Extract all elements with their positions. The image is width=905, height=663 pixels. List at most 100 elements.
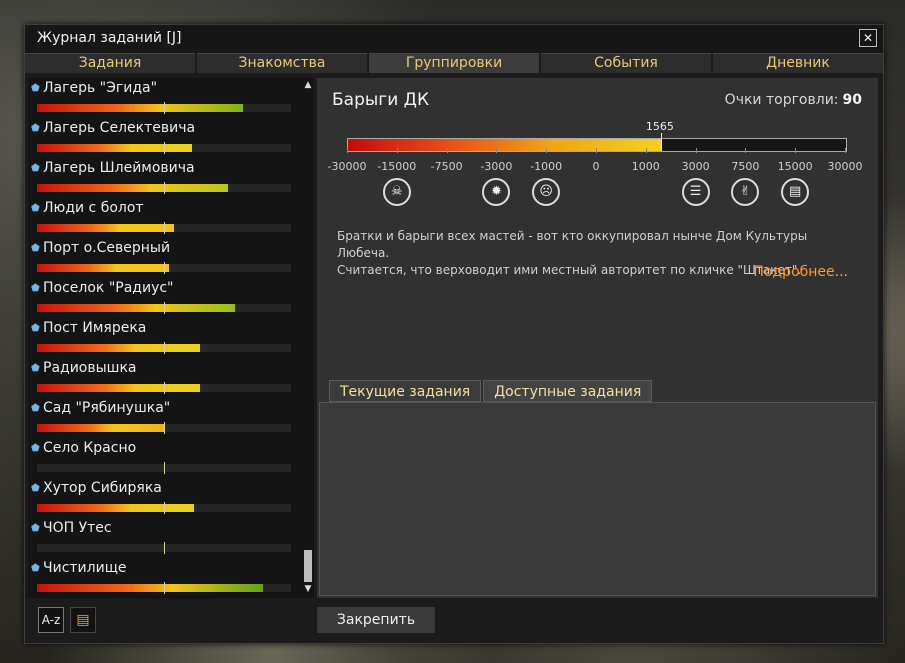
scale-tick-label: 7500 <box>731 160 760 173</box>
tab-2[interactable]: Группировки <box>369 53 539 73</box>
faction-item-name: Радиовышка <box>43 360 137 376</box>
scale-tick-line <box>845 148 846 153</box>
more-link[interactable]: Подробнее... <box>753 264 848 280</box>
faction-relation-bar <box>37 142 291 154</box>
main-tabs: Задания Знакомства Группировки События Дневн… <box>25 53 883 73</box>
faction-relation-bar <box>37 302 291 314</box>
scale-tick-line <box>645 148 647 153</box>
faction-relation-fill <box>37 144 192 152</box>
faction-relation-bar <box>37 462 291 474</box>
faction-list-item[interactable]: ⬟ Пост Имярека <box>28 318 298 358</box>
faction-relation-midpoint <box>164 102 165 114</box>
faction-item-name: Порт о.Северный <box>43 240 171 256</box>
faction-list-item[interactable]: ⬟ ЧОП Утес <box>28 518 298 558</box>
scale-tick-line <box>795 148 797 153</box>
sort-az-button[interactable]: A-z <box>38 607 64 633</box>
faction-relation-bar <box>37 542 291 554</box>
faction-item-name: Лагерь "Эгида" <box>43 80 158 96</box>
scale-tick-line <box>396 148 398 153</box>
faction-name: Барыги ДК <box>332 90 430 110</box>
faction-relation-fill <box>37 384 200 392</box>
bug-icon: ✹ <box>482 178 511 206</box>
faction-list-item[interactable]: ⬟ Сад "Рябинушка" <box>28 398 298 438</box>
scale-tick-label: -7500 <box>430 160 463 173</box>
faction-item-name: Село Красно <box>43 440 137 456</box>
scale-tick-label: -3000 <box>480 160 513 173</box>
pin-button[interactable]: Закрепить <box>317 607 435 633</box>
task-tab-1[interactable]: Доступные задания <box>483 380 653 402</box>
scale-tick-label: 3000 <box>681 160 710 173</box>
faction-marker-icon: ⬟ <box>31 123 40 134</box>
scale-tick-line <box>695 148 697 153</box>
faction-list-item[interactable]: ⬟ Лагерь Селектевича <box>28 118 298 158</box>
faction-item-name: ЧОП Утес <box>43 520 112 536</box>
faction-relation-fill <box>37 264 170 272</box>
scale-tick-line <box>596 148 597 153</box>
faction-marker-icon: ⬟ <box>31 323 40 334</box>
faction-relation-midpoint <box>164 462 165 474</box>
faction-marker-icon: ⬟ <box>31 163 40 174</box>
scale-tick-label: 0 <box>592 160 600 173</box>
faction-list-item[interactable]: ⬟ Люди с болот <box>28 198 298 238</box>
task-tabs: Текущие задания Доступные задания <box>329 380 653 402</box>
faction-list-item[interactable]: ⬟ Чистилище <box>28 558 298 598</box>
scale-tick-label: 30000 <box>827 160 863 173</box>
skull-icon: ☠ <box>382 178 411 206</box>
faction-item-name: Пост Имярека <box>43 320 147 336</box>
trade-points: Очки торговли: 90 <box>725 92 862 108</box>
handshake-icon: ✌ <box>731 178 760 206</box>
faction-item-name: Сад "Рябинушка" <box>43 400 171 416</box>
scroll-down-icon[interactable]: ▼ <box>303 584 313 594</box>
faction-relation-bar <box>37 422 291 434</box>
scroll-thumb[interactable] <box>304 550 312 582</box>
faction-item-name: Чистилище <box>43 560 127 576</box>
tab-3[interactable]: События <box>541 53 711 73</box>
scale-tick-label: -15000 <box>377 160 417 173</box>
faction-relation-midpoint <box>164 302 165 314</box>
list-icon: ☰ <box>681 178 710 206</box>
faction-list-scrollbar[interactable]: ▲ ▼ <box>302 78 314 598</box>
faction-list-item[interactable]: ⬟ Хутор Сибиряка <box>28 478 298 518</box>
close-icon[interactable]: ✕ <box>859 29 877 47</box>
frown-icon: ☹ <box>532 178 561 206</box>
faction-item-name: Лагерь Шлеймовича <box>43 160 195 176</box>
document-filter-icon[interactable]: ▤ <box>70 607 96 633</box>
tab-0[interactable]: Задания <box>25 53 195 73</box>
faction-relation-midpoint <box>164 262 165 274</box>
faction-list-item[interactable]: ⬟ Лагерь Шлеймовича <box>28 158 298 198</box>
faction-relation-midpoint <box>164 182 165 194</box>
faction-list-item[interactable]: ⬟ Село Красно <box>28 438 298 478</box>
faction-marker-icon: ⬟ <box>31 523 40 534</box>
faction-relation-fill <box>37 584 264 592</box>
window-title: Журнал заданий [J] <box>37 30 182 46</box>
task-tab-0[interactable]: Текущие задания <box>329 380 482 402</box>
faction-relation-bar <box>37 502 291 514</box>
scale-tick-line <box>546 148 548 153</box>
trade-points-value: 90 <box>842 92 862 108</box>
tab-4[interactable]: Дневник <box>713 53 883 73</box>
faction-relation-fill <box>37 344 200 352</box>
faction-marker-icon: ⬟ <box>31 403 40 414</box>
scroll-up-icon[interactable]: ▲ <box>303 80 313 90</box>
reputation-value: 1565 <box>645 120 674 133</box>
faction-marker-icon: ⬟ <box>31 443 40 454</box>
faction-item-name: Хутор Сибиряка <box>43 480 162 496</box>
faction-list-item[interactable]: ⬟ Порт о.Северный <box>28 238 298 278</box>
faction-marker-icon: ⬟ <box>31 563 40 574</box>
faction-relation-midpoint <box>164 542 165 554</box>
faction-marker-icon: ⬟ <box>31 363 40 374</box>
tab-1[interactable]: Знакомства <box>197 53 367 73</box>
faction-list-item[interactable]: ⬟ Лагерь "Эгида" <box>28 78 298 118</box>
faction-relation-midpoint <box>164 222 165 234</box>
reputation-bar <box>347 133 847 152</box>
reputation-marker <box>660 133 662 151</box>
faction-relation-midpoint <box>164 582 165 594</box>
scale-tick-line <box>347 148 348 153</box>
titlebar: Журнал заданий [J] ✕ <box>25 25 883 53</box>
scale-tick-label: -1000 <box>530 160 563 173</box>
faction-list-item[interactable]: ⬟ Поселок "Радиус" <box>28 278 298 318</box>
faction-relation-fill <box>37 504 195 512</box>
faction-relation-midpoint <box>164 342 165 354</box>
quest-journal-window: Журнал заданий [J] ✕ Задания Знакомства Гр… <box>24 24 884 644</box>
faction-list-item[interactable]: ⬟ Радиовышка <box>28 358 298 398</box>
